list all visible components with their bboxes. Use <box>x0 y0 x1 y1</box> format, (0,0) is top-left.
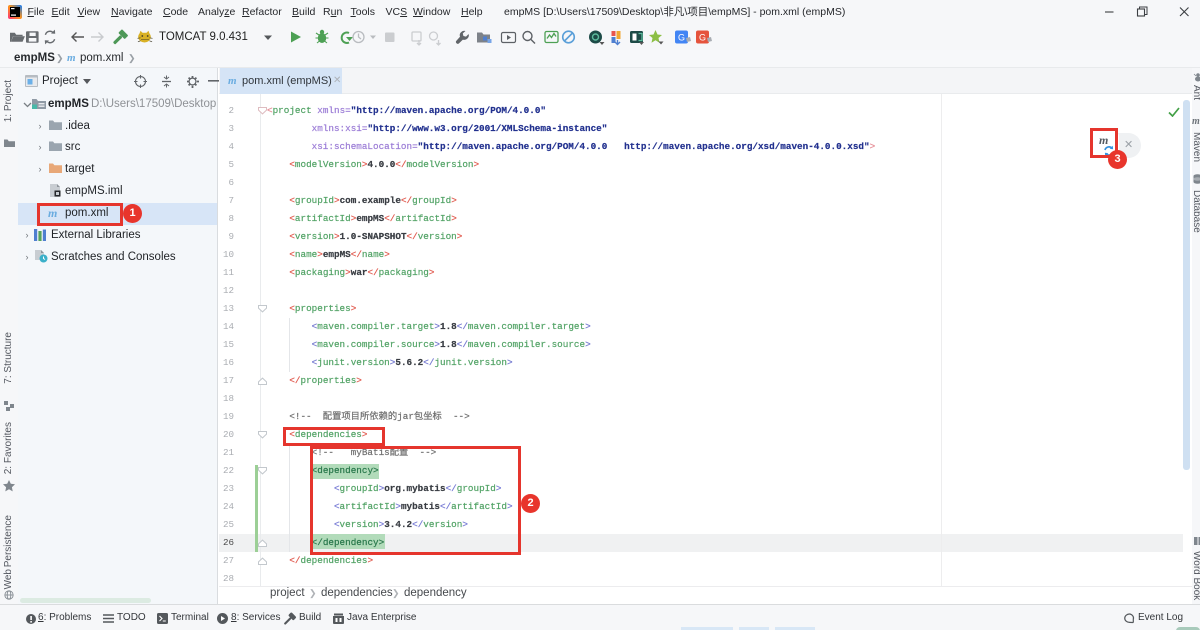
svg-text:G: G <box>699 33 706 43</box>
svg-text:G: G <box>678 33 685 43</box>
